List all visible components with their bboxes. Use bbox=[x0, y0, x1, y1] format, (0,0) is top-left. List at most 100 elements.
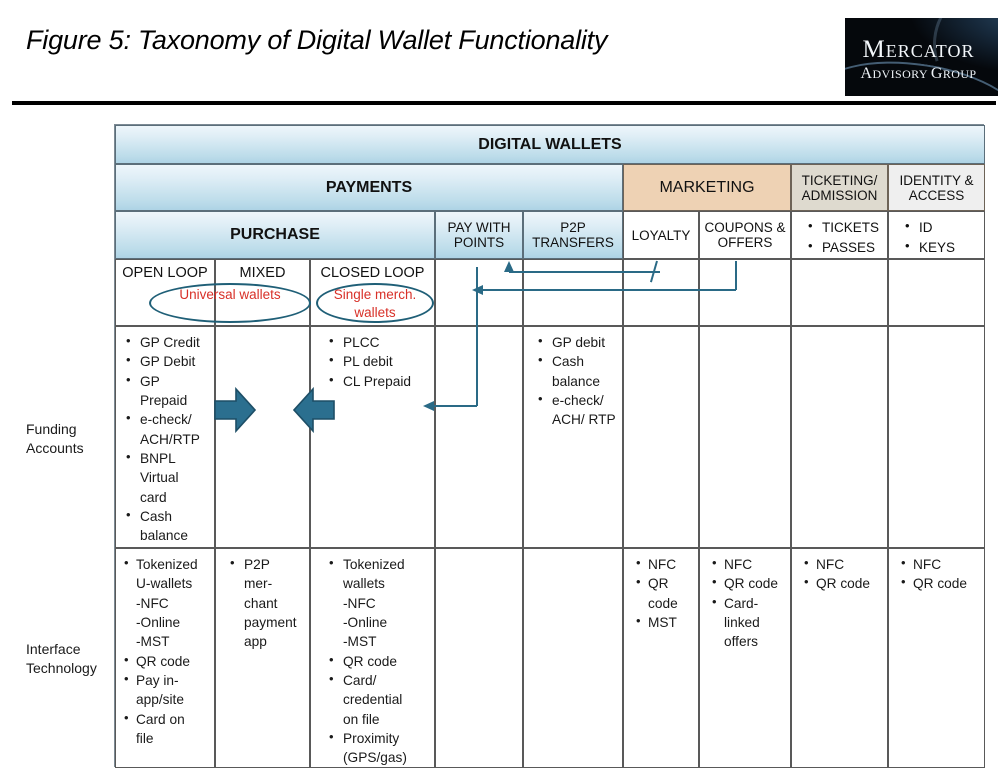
interface-p2p-transfers-cell bbox=[523, 548, 623, 768]
list-item: CL Prepaid bbox=[325, 371, 430, 391]
interface-identity-list: NFCQR code bbox=[899, 554, 980, 594]
header-coupons-offers-label: COUPONS & OFFERS bbox=[704, 220, 786, 250]
figure-page: Figure 5: Taxonomy of Digital Wallet Fun… bbox=[0, 0, 1008, 768]
list-item: linked bbox=[724, 614, 760, 630]
list-item: PL debit bbox=[325, 351, 430, 371]
list-item: Virtual bbox=[140, 470, 179, 486]
logo-advisory-rest: DVISORY bbox=[872, 67, 931, 81]
header-p2p-transfers-label: P2P TRANSFERS bbox=[532, 220, 614, 250]
list-item: mer- bbox=[244, 576, 273, 592]
funding-open-loop-list: GP CreditGP DebitGPPrepaide-check/ACH/RT… bbox=[122, 332, 210, 545]
logo-group-initial: G bbox=[930, 65, 943, 82]
header-ticketing-admission: TICKETING/ ADMISSION bbox=[791, 164, 888, 211]
funding-ticketing-cell bbox=[791, 326, 888, 548]
list-item: NFC bbox=[899, 554, 980, 574]
list-item: U-wallets bbox=[136, 576, 193, 592]
funding-open-loop-cell: GP CreditGP DebitGPPrepaide-check/ACH/RT… bbox=[115, 326, 215, 548]
interface-coupons-cell: NFCQR codeCard-linked offers bbox=[699, 548, 791, 768]
list-item: -NFC bbox=[343, 595, 376, 611]
mercator-advisory-group-logo: MERCATOR ADVISORY GROUP bbox=[845, 18, 998, 96]
list-item: GP debit bbox=[534, 332, 618, 352]
header-digital-wallets-label: DIGITAL WALLETS bbox=[478, 135, 622, 153]
list-item: QR code bbox=[710, 573, 786, 593]
ticketing-spacer-cell bbox=[791, 259, 888, 326]
header-closed-loop-label: CLOSED LOOP bbox=[320, 265, 425, 281]
header-id-keys: ID KEYS bbox=[888, 211, 985, 259]
list-item: KEYS bbox=[903, 237, 984, 258]
funding-coupons-cell bbox=[699, 326, 791, 548]
interface-loyalty-cell: NFCQR codeMST bbox=[623, 548, 699, 768]
header-marketing-label: MARKETING bbox=[659, 178, 755, 196]
logo-mercator-rest: ERCATOR bbox=[885, 41, 975, 61]
identity-spacer-cell bbox=[888, 259, 985, 326]
list-item: -NFC bbox=[136, 595, 169, 611]
header-identity-access: IDENTITY & ACCESS bbox=[888, 164, 985, 211]
interface-coupons-list: NFCQR codeCard-linked offers bbox=[710, 554, 786, 652]
logo-mercator-initial: M bbox=[862, 36, 886, 63]
header-ticketing-admission-label: TICKETING/ ADMISSION bbox=[801, 172, 878, 203]
list-item: wallets bbox=[343, 576, 385, 592]
list-item: -MST bbox=[136, 634, 170, 650]
block-arrow-right-icon bbox=[214, 386, 257, 434]
header-payments: PAYMENTS bbox=[115, 164, 623, 211]
interface-identity-cell: NFCQR code bbox=[888, 548, 985, 768]
list-item: Prepaid bbox=[140, 392, 188, 408]
list-item: -Online bbox=[343, 614, 388, 630]
header-marketing: MARKETING bbox=[623, 164, 791, 211]
annotation-single-merchant-wallets-text: Single merch. wallets bbox=[333, 287, 417, 321]
list-item: PASSES bbox=[806, 237, 887, 258]
list-item: ACH/RTP bbox=[140, 431, 200, 447]
list-item: Card- bbox=[710, 593, 786, 613]
list-item: BNPL bbox=[122, 448, 210, 468]
funding-p2p-transfers-cell: GP debitCash balancee-check/ACH/ RTP bbox=[523, 326, 623, 548]
list-item: NFC bbox=[634, 554, 694, 574]
funding-p2p-transfers-list: GP debitCash balancee-check/ACH/ RTP bbox=[534, 332, 618, 430]
row-label-funding-accounts: Funding Accounts bbox=[26, 421, 84, 457]
block-arrow-right-svg bbox=[214, 386, 257, 434]
list-item: Card/ bbox=[325, 670, 430, 690]
list-item: offers bbox=[724, 634, 758, 650]
list-item: credential bbox=[343, 692, 403, 708]
header-loyalty-label: LOYALTY bbox=[631, 227, 691, 243]
block-arrow-left-icon bbox=[292, 386, 335, 434]
header-p2p-transfers: P2P TRANSFERS bbox=[523, 211, 623, 259]
interface-open-loop-list: Tokenized U-wallets -NFC -Online -MSTQR code… bbox=[122, 554, 210, 748]
list-item: e-check/ bbox=[534, 390, 618, 410]
page-title: Figure 5: Taxonomy of Digital Wallet Fun… bbox=[26, 25, 608, 55]
coupons-spacer-cell bbox=[699, 259, 791, 326]
list-item: (GPS/gas) bbox=[343, 750, 407, 766]
list-item: QR code bbox=[122, 651, 210, 671]
list-item: file bbox=[136, 730, 154, 746]
logo-line-advisory-group: ADVISORY GROUP bbox=[845, 65, 992, 83]
list-item: P2P bbox=[226, 554, 305, 574]
funding-mixed-cell bbox=[215, 326, 310, 548]
list-item: QR bbox=[634, 573, 694, 593]
list-item: PLCC bbox=[325, 332, 430, 352]
list-item: Tokenized bbox=[122, 554, 210, 574]
annotation-universal-wallets-text: Universal wallets bbox=[179, 287, 281, 302]
p2p-transfers-spacer-cell bbox=[523, 259, 623, 326]
connector-arrowhead-up bbox=[504, 261, 514, 272]
interface-open-loop-cell: Tokenized U-wallets -NFC -Online -MSTQR code… bbox=[115, 548, 215, 768]
list-item: chant bbox=[244, 595, 278, 611]
interface-mixed-list: P2P mer-chant payment app bbox=[226, 554, 305, 652]
funding-closed-loop-list: PLCCPL debitCL Prepaid bbox=[325, 332, 430, 391]
list-item: -Online bbox=[136, 614, 181, 630]
header-divider bbox=[12, 101, 996, 105]
header-pay-with-points: PAY WITH POINTS bbox=[435, 211, 523, 259]
connector-line-upper bbox=[509, 271, 660, 273]
list-item: payment bbox=[244, 614, 297, 630]
list-item: NFC bbox=[802, 554, 883, 574]
list-item: ACH/ RTP bbox=[552, 412, 616, 428]
list-item: Pay in- bbox=[122, 670, 210, 690]
list-item: code bbox=[648, 595, 678, 611]
header-open-loop-label: OPEN LOOP bbox=[122, 265, 208, 281]
list-item: app/site bbox=[136, 692, 184, 708]
list-item: ID bbox=[903, 217, 984, 238]
header-pay-with-points-label: PAY WITH POINTS bbox=[447, 220, 511, 250]
header-mixed-label: MIXED bbox=[239, 265, 286, 281]
list-item: GP Credit bbox=[122, 332, 210, 352]
header-digital-wallets: DIGITAL WALLETS bbox=[115, 125, 985, 164]
funding-pay-with-points-cell bbox=[435, 326, 523, 548]
taxonomy-table: DIGITAL WALLETS PAYMENTS MARKETING TICKE… bbox=[114, 124, 985, 768]
